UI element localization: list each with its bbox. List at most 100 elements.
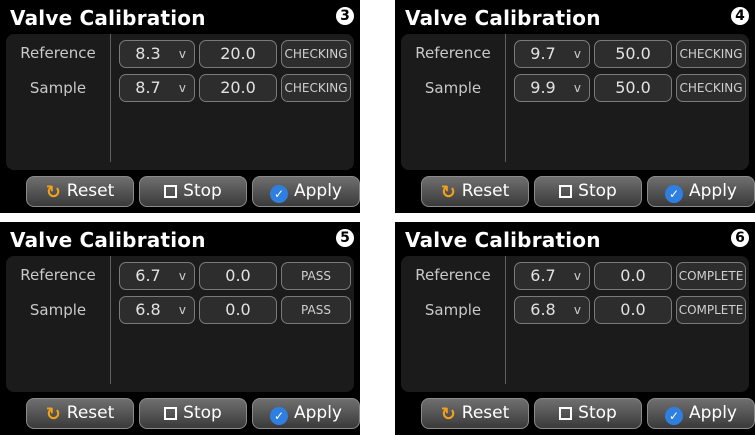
reset-button[interactable]: ↻ Reset	[26, 176, 134, 207]
column-divider	[110, 34, 111, 162]
row-label-reference: Reference	[20, 44, 96, 62]
step-number-badge: 4	[731, 7, 749, 25]
stop-button[interactable]: Stop	[534, 398, 642, 429]
reset-icon: ↻	[440, 404, 456, 425]
row-label-reference: Reference	[415, 44, 491, 62]
voltage-unit: v	[573, 303, 581, 317]
check-icon: ✓	[270, 407, 288, 425]
apply-label: Apply	[689, 403, 737, 423]
row-label-reference: Reference	[20, 266, 96, 284]
sample-voltage-select[interactable]: 6.8 v	[119, 296, 195, 324]
sample-status-badge: PASS	[281, 296, 351, 324]
step-number-badge: 3	[336, 7, 354, 25]
reset-button[interactable]: ↻ Reset	[421, 398, 529, 429]
voltage-unit: v	[178, 269, 186, 283]
stop-icon	[164, 185, 178, 198]
calibration-panel-step-5: Valve Calibration 5 Reference 6.7 v 0.0 …	[0, 222, 360, 435]
stop-button[interactable]: Stop	[139, 176, 247, 207]
apply-button[interactable]: ✓ Apply	[252, 176, 360, 207]
column-divider	[505, 34, 506, 162]
voltage-unit: v	[573, 47, 581, 61]
reset-label: Reset	[66, 181, 115, 201]
calibration-table: Reference 8.3 v 20.0 CHECKING Sample 8.7…	[6, 34, 354, 170]
sample-status-badge: COMPLETE	[676, 296, 746, 324]
reset-icon: ↻	[440, 182, 456, 203]
apply-button[interactable]: ✓ Apply	[647, 398, 755, 429]
stop-label: Stop	[578, 181, 617, 201]
reset-button[interactable]: ↻ Reset	[26, 398, 134, 429]
calibration-panel-step-6: Valve Calibration 6 Reference 6.7 v 0.0 …	[395, 222, 755, 435]
row-label-sample: Sample	[29, 301, 87, 319]
stop-button[interactable]: Stop	[534, 176, 642, 207]
apply-label: Apply	[689, 181, 737, 201]
calibration-table: Reference 6.7 v 0.0 PASS Sample 6.8 v 0.…	[6, 256, 354, 392]
reset-icon: ↻	[45, 182, 61, 203]
panel-title: Valve Calibration	[10, 228, 206, 252]
voltage-unit: v	[178, 47, 186, 61]
reference-setpoint-field[interactable]: 0.0	[199, 262, 277, 290]
sample-voltage-select[interactable]: 8.7 v	[119, 74, 195, 102]
button-bar: ↻ Reset Stop ✓ Apply	[0, 176, 360, 213]
button-bar: ↻ Reset Stop ✓ Apply	[0, 398, 360, 435]
sample-status-badge: CHECKING	[676, 74, 746, 102]
column-divider	[110, 256, 111, 384]
sample-setpoint-field[interactable]: 0.0	[594, 296, 672, 324]
stop-label: Stop	[183, 403, 222, 423]
sample-setpoint-field[interactable]: 20.0	[199, 74, 277, 102]
button-bar: ↻ Reset Stop ✓ Apply	[395, 176, 755, 213]
calibration-table: Reference 9.7 v 50.0 CHECKING Sample 9.9…	[401, 34, 749, 170]
apply-label: Apply	[294, 403, 342, 423]
reference-setpoint-field[interactable]: 20.0	[199, 40, 277, 68]
sample-voltage-value: 8.7	[135, 78, 161, 97]
reference-setpoint-field[interactable]: 0.0	[594, 262, 672, 290]
row-label-reference: Reference	[415, 266, 491, 284]
step-number-badge: 5	[336, 229, 354, 247]
sample-voltage-value: 6.8	[135, 300, 161, 319]
stop-icon	[559, 185, 573, 198]
panel-title: Valve Calibration	[405, 6, 601, 30]
sample-voltage-select[interactable]: 9.9 v	[514, 74, 590, 102]
row-label-sample: Sample	[29, 79, 87, 97]
column-divider	[505, 256, 506, 384]
reference-voltage-value: 6.7	[135, 266, 161, 285]
button-bar: ↻ Reset Stop ✓ Apply	[395, 398, 755, 435]
calibration-panel-step-4: Valve Calibration 4 Reference 9.7 v 50.0…	[395, 0, 755, 213]
reference-setpoint-field[interactable]: 50.0	[594, 40, 672, 68]
reference-voltage-value: 9.7	[530, 44, 556, 63]
sample-voltage-value: 6.8	[530, 300, 556, 319]
panel-title: Valve Calibration	[10, 6, 206, 30]
reference-voltage-select[interactable]: 6.7 v	[514, 262, 590, 290]
reset-label: Reset	[66, 403, 115, 423]
apply-button[interactable]: ✓ Apply	[647, 176, 755, 207]
stop-icon	[164, 407, 178, 420]
stop-icon	[559, 407, 573, 420]
check-icon: ✓	[665, 407, 683, 425]
reference-status-badge: PASS	[281, 262, 351, 290]
apply-button[interactable]: ✓ Apply	[252, 398, 360, 429]
row-label-sample: Sample	[424, 301, 482, 319]
sample-setpoint-field[interactable]: 0.0	[199, 296, 277, 324]
reset-label: Reset	[461, 403, 510, 423]
reference-status-badge: CHECKING	[281, 40, 351, 68]
reference-voltage-select[interactable]: 9.7 v	[514, 40, 590, 68]
voltage-unit: v	[573, 269, 581, 283]
check-icon: ✓	[665, 185, 683, 203]
reference-voltage-value: 8.3	[135, 44, 161, 63]
reference-voltage-value: 6.7	[530, 266, 556, 285]
reset-button[interactable]: ↻ Reset	[421, 176, 529, 207]
voltage-unit: v	[178, 303, 186, 317]
apply-label: Apply	[294, 181, 342, 201]
reference-voltage-select[interactable]: 8.3 v	[119, 40, 195, 68]
stop-button[interactable]: Stop	[139, 398, 247, 429]
panel-title: Valve Calibration	[405, 228, 601, 252]
calibration-table: Reference 6.7 v 0.0 COMPLETE Sample 6.8 …	[401, 256, 749, 392]
check-icon: ✓	[270, 185, 288, 203]
stop-label: Stop	[183, 181, 222, 201]
reset-label: Reset	[461, 181, 510, 201]
step-number-badge: 6	[731, 229, 749, 247]
reference-voltage-select[interactable]: 6.7 v	[119, 262, 195, 290]
sample-setpoint-field[interactable]: 50.0	[594, 74, 672, 102]
voltage-unit: v	[573, 81, 581, 95]
sample-voltage-select[interactable]: 6.8 v	[514, 296, 590, 324]
voltage-unit: v	[178, 81, 186, 95]
